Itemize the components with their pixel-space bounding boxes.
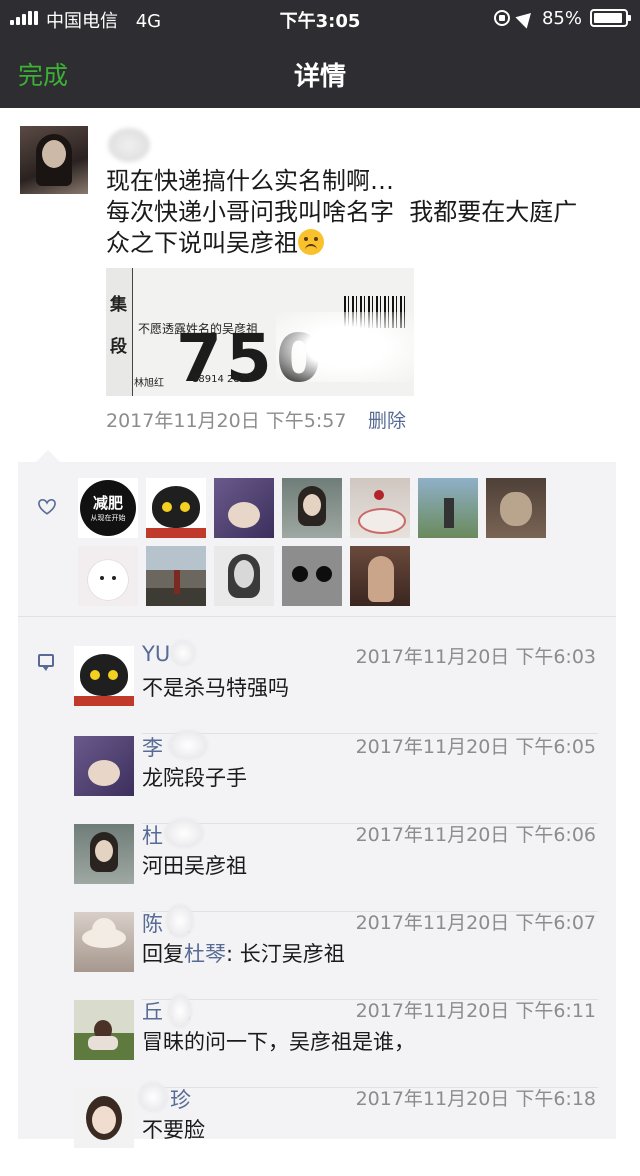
image-tag: 集 bbox=[110, 295, 127, 315]
comment-time: 2017年11月20日 下午6:07 bbox=[355, 912, 596, 934]
status-bar: 中国电信 4G 下午3:05 85% bbox=[0, 0, 640, 36]
reply-prefix: 回复 bbox=[142, 942, 184, 966]
comment-author[interactable]: YU bbox=[142, 642, 170, 666]
sunglasses-cat-avatar[interactable] bbox=[282, 546, 342, 606]
girl-portrait-avatar[interactable] bbox=[74, 824, 134, 884]
liker-avatar[interactable]: 减肥 从现在开始 bbox=[78, 478, 138, 538]
outdoor-photo-avatar[interactable] bbox=[418, 478, 478, 538]
comment-text: 河田吴彦祖 bbox=[142, 854, 247, 878]
comment-text: 冒昧的问一下，吴彦祖是谁， bbox=[142, 1030, 415, 1054]
comment-author[interactable]: 杜 bbox=[142, 820, 163, 850]
comment-time: 2017年11月20日 下午6:06 bbox=[355, 824, 596, 846]
reply-target[interactable]: 杜琴 bbox=[184, 942, 226, 966]
celebrity-portrait-avatar[interactable] bbox=[214, 546, 274, 606]
heart-icon bbox=[38, 498, 56, 515]
post-line: 现在快递搞什么实名制啊… bbox=[106, 167, 394, 195]
post-text: 现在快递搞什么实名制啊… 每次快递小哥问我叫啥名字 我都要在大庭广 众之下说叫吴… bbox=[106, 166, 621, 259]
battery-icon bbox=[590, 9, 631, 27]
comment-item[interactable]: YU 2017年11月20日 下午6:03 不是杀马特强吗 bbox=[74, 640, 598, 734]
upside-down-face-emoji-icon bbox=[298, 229, 324, 255]
comment-time: 2017年11月20日 下午6:18 bbox=[355, 1088, 596, 1110]
comment-text: 回复杜琴: 长汀吴彦祖 bbox=[142, 938, 345, 968]
cake-photo-avatar[interactable] bbox=[350, 478, 410, 538]
field-photo-avatar[interactable] bbox=[74, 1000, 134, 1060]
comment-item[interactable]: 丘 城 2017年11月20日 下午6:11 冒昧的问一下，吴彦祖是谁， bbox=[74, 994, 598, 1088]
text-logo-title: 减肥 bbox=[92, 494, 123, 512]
interaction-panel: 减肥 从现在开始 YU 2017年11月20日 下午6:03 不是杀马特强吗 李… bbox=[18, 450, 616, 1148]
comment-text: 龙院段子手 bbox=[142, 766, 247, 790]
cat-avatar[interactable] bbox=[146, 478, 206, 538]
location-arrow-icon bbox=[515, 7, 537, 29]
image-phone: 18914 2827 bbox=[192, 374, 253, 385]
comment-icon bbox=[38, 654, 54, 671]
comment-time: 2017年11月20日 下午6:03 bbox=[355, 646, 596, 668]
comment-time: 2017年11月20日 下午6:11 bbox=[355, 1000, 596, 1022]
page-title: 详情 bbox=[293, 62, 346, 92]
image-receiver: 林旭红 bbox=[134, 378, 164, 389]
comment-author[interactable]: 李 bbox=[142, 732, 163, 762]
comment-item[interactable]: 陈 燕 2017年11月20日 下午6:07 回复杜琴: 长汀吴彦祖 bbox=[74, 904, 598, 1000]
battery-percent: 85% bbox=[541, 7, 582, 29]
landscape-avatar[interactable] bbox=[146, 546, 206, 606]
text-logo-sub: 从现在开始 bbox=[90, 514, 126, 522]
kitten-avatar[interactable] bbox=[486, 478, 546, 538]
comment-text: 不是杀马特强吗 bbox=[142, 676, 289, 700]
delete-link[interactable]: 删除 bbox=[368, 406, 406, 433]
comment-item[interactable]: 珍 2017年11月20日 下午6:18 不要脸 bbox=[74, 1082, 598, 1176]
hat-photo-avatar[interactable] bbox=[74, 912, 134, 972]
top-bar: 中国电信 4G 下午3:05 85% 完成 详情 bbox=[0, 0, 640, 108]
girl-portrait-avatar[interactable] bbox=[282, 478, 342, 538]
image-tag: 段 bbox=[110, 337, 127, 357]
comment-time: 2017年11月20日 下午6:05 bbox=[355, 736, 596, 758]
likes-list: 减肥 从现在开始 bbox=[78, 478, 558, 606]
white-dog-avatar[interactable] bbox=[78, 546, 138, 606]
rotation-lock-icon bbox=[493, 10, 510, 26]
girl-hair-avatar[interactable] bbox=[350, 546, 410, 606]
post-image[interactable]: 集 段 不愿透露姓名的吴彦祖 750 林旭红 18914 2827 bbox=[106, 268, 414, 396]
post-line: 每次快递小哥问我叫啥名字 我都要在大庭广 bbox=[106, 198, 578, 226]
child-photo-avatar[interactable] bbox=[74, 1088, 134, 1148]
cat-avatar[interactable] bbox=[74, 646, 134, 706]
reply-text: : 长汀吴彦祖 bbox=[226, 942, 345, 966]
poster-name-obscured bbox=[108, 128, 150, 162]
comment-item[interactable]: 李 2017年11月20日 下午6:05 龙院段子手 bbox=[74, 730, 598, 824]
hand-photo-avatar[interactable] bbox=[214, 478, 274, 538]
comment-text: 不要脸 bbox=[142, 1118, 205, 1142]
post-line: 众之下说叫吴彦祖 bbox=[106, 229, 298, 257]
poster-avatar[interactable] bbox=[20, 126, 88, 194]
comment-author[interactable]: 珍 bbox=[170, 1084, 191, 1114]
post-time: 2017年11月20日 下午5:57 bbox=[106, 410, 347, 432]
comment-item[interactable]: 杜 2017年11月20日 下午6:06 河田吴彦祖 bbox=[74, 818, 598, 912]
hand-photo-avatar[interactable] bbox=[74, 736, 134, 796]
